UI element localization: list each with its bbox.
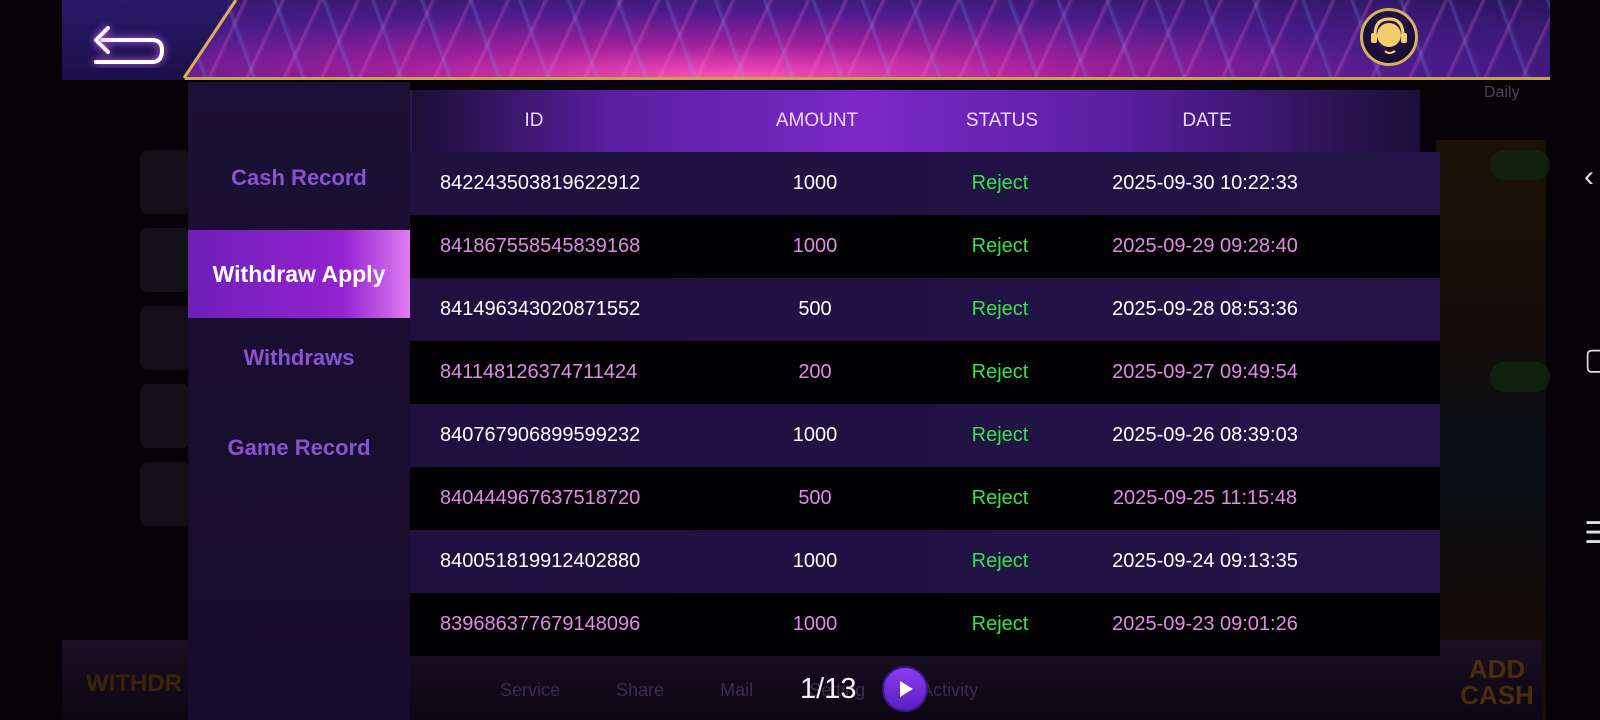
tab-label: Cash Record xyxy=(231,165,367,190)
next-page-button[interactable] xyxy=(882,666,929,712)
row-date: 2025-09-30 10:22:33 xyxy=(1112,172,1298,194)
table-row: 840767906899599232 1000 Reject 2025-09-2… xyxy=(410,404,1440,467)
background-label: Activity xyxy=(921,680,979,700)
row-date: 2025-09-29 09:28:40 xyxy=(1112,235,1298,257)
row-amount: 1000 xyxy=(792,235,838,257)
background-daily-label: Daily xyxy=(1484,84,1520,101)
background-withdraw-label: WITHDR xyxy=(86,670,182,697)
tab-label: Withdraws xyxy=(243,345,355,370)
customer-support-button[interactable] xyxy=(1360,8,1418,66)
tab-withdraw-apply[interactable]: Withdraw Apply xyxy=(188,230,410,318)
tab-withdraws[interactable]: Withdraws xyxy=(188,314,410,402)
row-date: 2025-09-27 09:49:54 xyxy=(1112,361,1298,383)
row-id: 840444967637518720 xyxy=(440,487,641,509)
withdraw-apply-table: ID AMOUNT STATUS DATE 842243503819622912… xyxy=(410,90,1440,660)
tab-game-record[interactable]: Game Record xyxy=(188,404,410,492)
table-rows: 842243503819622912 1000 Reject 2025-09-3… xyxy=(410,152,1440,656)
row-amount: 200 xyxy=(798,361,832,383)
table-row: 840444967637518720 500 Reject 2025-09-25… xyxy=(410,467,1440,530)
row-date: 2025-09-24 09:13:35 xyxy=(1112,550,1298,572)
row-amount: 500 xyxy=(798,487,832,509)
row-amount: 1000 xyxy=(792,172,838,194)
row-date: 2025-09-28 08:53:36 xyxy=(1112,298,1298,320)
background-game-strip xyxy=(1436,140,1546,720)
row-id: 841148126374711424 xyxy=(440,361,638,383)
column-header-id: ID xyxy=(524,110,544,131)
row-amount: 500 xyxy=(798,298,832,320)
header-gold-edge xyxy=(182,0,238,79)
column-header-status: STATUS xyxy=(965,110,1039,131)
row-amount: 1000 xyxy=(792,613,838,635)
edge-square-icon[interactable]: ▢ xyxy=(1584,342,1600,377)
background-label: Service xyxy=(500,680,561,700)
play-next-icon xyxy=(900,681,914,697)
customer-support-icon xyxy=(1371,17,1407,54)
background-new-badge xyxy=(1490,150,1550,180)
table-row: 842243503819622912 1000 Reject 2025-09-3… xyxy=(410,152,1440,215)
row-id: 841496343020871552 xyxy=(440,298,641,320)
row-amount: 1000 xyxy=(792,550,838,572)
back-arrow-icon xyxy=(94,26,165,64)
background-side-icons xyxy=(140,150,190,540)
table-header: ID AMOUNT STATUS DATE xyxy=(410,90,1420,152)
back-button[interactable] xyxy=(82,12,172,68)
page-indicator: 1/13 xyxy=(800,672,857,705)
table-row: 841148126374711424 200 Reject 2025-09-27… xyxy=(410,341,1440,404)
row-date: 2025-09-23 09:01:26 xyxy=(1112,613,1298,635)
column-header-date: DATE xyxy=(1182,110,1232,131)
table-row: 839686377679148096 1000 Reject 2025-09-2… xyxy=(410,593,1440,656)
top-header xyxy=(62,0,1550,80)
background-add-cash-label: ADD CASH xyxy=(1460,654,1534,710)
pagination: 1/13 xyxy=(800,666,929,712)
row-date: 2025-09-26 08:39:03 xyxy=(1112,424,1298,446)
row-id: 842243503819622912 xyxy=(440,172,641,194)
tab-label: Withdraw Apply xyxy=(212,260,386,287)
background-new-badge xyxy=(1490,362,1550,392)
record-sidebar: Cash Record Withdraw Apply Withdraws Gam… xyxy=(188,82,410,720)
row-id: 841867558545839168 xyxy=(440,235,641,257)
edge-menu-icon[interactable]: ☰ xyxy=(1584,516,1600,551)
table-row: 841496343020871552 500 Reject 2025-09-28… xyxy=(410,278,1440,341)
background-label: Share xyxy=(616,680,665,700)
row-id: 839686377679148096 xyxy=(440,613,641,635)
row-date: 2025-09-25 11:15:48 xyxy=(1112,487,1298,509)
tab-label: Game Record xyxy=(227,435,371,460)
row-id: 840051819912402880 xyxy=(440,550,641,572)
table-row: 841867558545839168 1000 Reject 2025-09-2… xyxy=(410,215,1440,278)
background-label: Mail xyxy=(720,680,754,700)
row-id: 840767906899599232 xyxy=(440,424,641,446)
column-header-amount: AMOUNT xyxy=(775,110,859,131)
tab-cash-record[interactable]: Cash Record xyxy=(188,134,410,222)
row-amount: 1000 xyxy=(792,424,838,446)
edge-chevron-icon[interactable]: ‹ xyxy=(1584,160,1594,194)
table-row: 840051819912402880 1000 Reject 2025-09-2… xyxy=(410,530,1440,593)
